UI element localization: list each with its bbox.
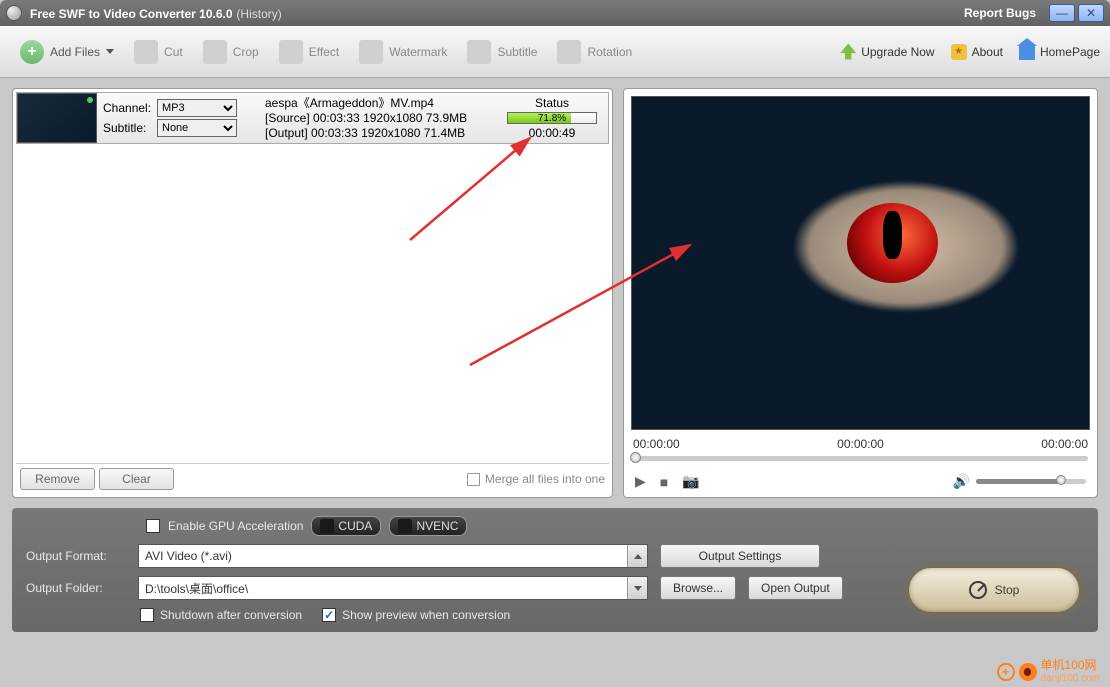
stop-button[interactable]: Stop	[908, 567, 1080, 613]
cut-button[interactable]: Cut	[124, 34, 193, 70]
browse-button[interactable]: Browse...	[660, 576, 736, 600]
subtitle-label: Subtitle:	[103, 121, 153, 135]
watermark-icon	[359, 40, 383, 64]
player-controls: ▶ ■ 📷 🔊	[627, 469, 1094, 494]
home-icon	[1019, 44, 1035, 60]
snapshot-button[interactable]: 📷	[682, 473, 699, 490]
output-line: [Output] 00:03:33 1920x1080 71.4MB	[265, 126, 502, 141]
time-middle: 00:00:00	[837, 437, 884, 451]
nvenc-badge: NVENC	[389, 516, 467, 536]
site-watermark: 单机100网danji100.com	[997, 659, 1100, 685]
time-current: 00:00:00	[633, 437, 680, 451]
file-name: aespa《Armageddon》MV.mp4	[265, 96, 502, 111]
crop-icon	[203, 40, 227, 64]
crop-button[interactable]: Crop	[193, 34, 269, 70]
watermark-icon	[997, 663, 1015, 681]
progress-bar: 71.8%	[507, 112, 597, 124]
nvidia-icon	[398, 519, 412, 533]
file-list-footer: Remove Clear Merge all files into one	[16, 463, 609, 494]
homepage-link[interactable]: HomePage	[1019, 44, 1100, 60]
volume-icon[interactable]: 🔊	[953, 473, 970, 490]
preview-panel: 00:00:00 00:00:00 00:00:00 ▶ ■ 📷 🔊	[623, 88, 1098, 498]
chevron-down-icon	[627, 577, 647, 599]
about-link[interactable]: About	[951, 44, 1003, 60]
remove-button[interactable]: Remove	[20, 468, 95, 490]
minimize-button[interactable]: —	[1049, 4, 1075, 22]
show-preview-checkbox-row[interactable]: Show preview when conversion	[322, 608, 510, 622]
source-line: [Source] 00:03:33 1920x1080 73.9MB	[265, 111, 502, 126]
output-folder-label: Output Folder:	[26, 581, 126, 595]
channel-label: Channel:	[103, 101, 153, 115]
watermark-icon	[1019, 663, 1037, 681]
upgrade-link[interactable]: Upgrade Now	[840, 44, 934, 60]
play-button[interactable]: ▶	[635, 473, 646, 490]
file-row[interactable]: Channel: MP3 Subtitle: None aespa《Armage…	[16, 92, 609, 144]
channel-select[interactable]: MP3	[157, 99, 237, 117]
effect-icon	[279, 40, 303, 64]
clear-button[interactable]: Clear	[99, 468, 174, 490]
gpu-label: Enable GPU Acceleration	[168, 519, 303, 533]
progress-percent: 71.8%	[508, 113, 596, 123]
volume-slider[interactable]	[976, 479, 1086, 484]
stop-icon	[969, 581, 987, 599]
stop-playback-button[interactable]: ■	[660, 474, 668, 490]
star-icon	[951, 44, 967, 60]
file-thumbnail	[17, 93, 97, 143]
file-list-panel: Channel: MP3 Subtitle: None aespa《Armage…	[12, 88, 613, 498]
close-button[interactable]: ✕	[1078, 4, 1104, 22]
seek-thumb[interactable]	[630, 452, 641, 463]
open-output-button[interactable]: Open Output	[748, 576, 843, 600]
output-format-select[interactable]: AVI Video (*.avi)	[138, 544, 648, 568]
output-format-label: Output Format:	[26, 549, 126, 563]
output-settings-button[interactable]: Output Settings	[660, 544, 820, 568]
subtitle-button[interactable]: Subtitle	[457, 34, 547, 70]
titlebar: Free SWF to Video Converter 10.6.0 (Hist…	[0, 0, 1110, 26]
shutdown-checkbox-row[interactable]: Shutdown after conversion	[140, 608, 302, 622]
checkbox-icon	[467, 473, 480, 486]
merge-checkbox-row[interactable]: Merge all files into one	[467, 472, 605, 486]
app-title: Free SWF to Video Converter 10.6.0 (Hist…	[30, 5, 282, 21]
time-total: 00:00:00	[1041, 437, 1088, 451]
rotation-icon	[557, 40, 581, 64]
plus-icon	[20, 40, 44, 64]
gpu-checkbox[interactable]	[146, 519, 160, 533]
main-area: Channel: MP3 Subtitle: None aespa《Armage…	[0, 78, 1110, 508]
report-bugs-link[interactable]: Report Bugs	[964, 6, 1036, 20]
checkbox-icon	[140, 608, 154, 622]
dropdown-caret-icon	[106, 49, 114, 54]
toolbar: Add Files Cut Crop Effect Watermark Subt…	[0, 26, 1110, 78]
subtitle-icon	[467, 40, 491, 64]
file-details: aespa《Armageddon》MV.mp4 [Source] 00:03:3…	[265, 96, 502, 141]
history-link[interactable]: (History)	[236, 7, 281, 21]
status-header: Status	[502, 96, 602, 110]
app-icon	[6, 5, 22, 21]
elapsed-time: 00:00:49	[502, 126, 602, 140]
watermark-button[interactable]: Watermark	[349, 34, 457, 70]
cut-icon	[134, 40, 158, 64]
output-folder-select[interactable]: D:\tools\桌面\office\	[138, 576, 648, 600]
add-files-button[interactable]: Add Files	[10, 34, 124, 70]
chevron-up-icon	[627, 545, 647, 567]
nvidia-icon	[320, 519, 334, 533]
effect-button[interactable]: Effect	[269, 34, 349, 70]
cuda-badge: CUDA	[311, 516, 381, 536]
rotation-button[interactable]: Rotation	[547, 34, 642, 70]
playback-times: 00:00:00 00:00:00 00:00:00	[627, 434, 1094, 454]
checkbox-checked-icon	[322, 608, 336, 622]
seek-bar[interactable]	[633, 456, 1088, 461]
upgrade-icon	[840, 44, 856, 60]
video-preview	[631, 96, 1090, 430]
volume-thumb[interactable]	[1056, 475, 1066, 485]
subtitle-select[interactable]: None	[157, 119, 237, 137]
file-list-empty	[16, 144, 609, 463]
